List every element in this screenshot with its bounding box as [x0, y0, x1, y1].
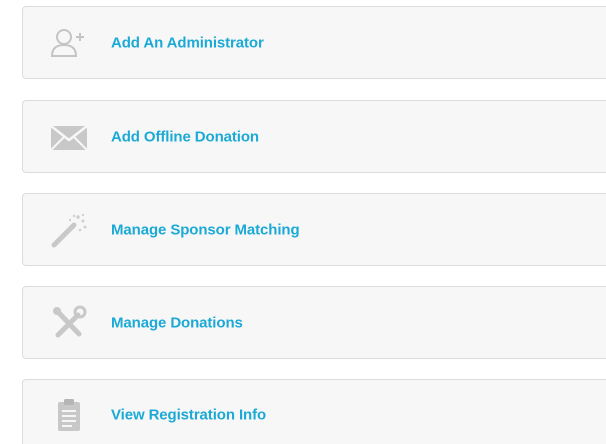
manage-sponsor-matching-button[interactable]: Manage Sponsor Matching	[22, 193, 606, 266]
manage-sponsor-matching-label: Manage Sponsor Matching	[111, 221, 300, 238]
manage-donations-label: Manage Donations	[111, 314, 243, 331]
magic-wand-icon	[49, 212, 89, 248]
view-registration-info-button[interactable]: View Registration Info	[22, 379, 606, 444]
add-offline-donation-button[interactable]: Add Offline Donation	[22, 100, 606, 173]
manage-donations-button[interactable]: Manage Donations	[22, 286, 606, 359]
add-administrator-label: Add An Administrator	[111, 34, 264, 51]
add-administrator-button[interactable]: Add An Administrator	[22, 6, 606, 79]
envelope-icon	[49, 119, 89, 155]
add-offline-donation-label: Add Offline Donation	[111, 128, 259, 145]
admin-actions-list: Add An Administrator Add Offline Donatio…	[0, 0, 606, 444]
clipboard-icon	[49, 397, 89, 433]
tools-icon	[49, 305, 89, 341]
view-registration-info-label: View Registration Info	[111, 406, 267, 423]
add-user-icon	[49, 25, 89, 61]
